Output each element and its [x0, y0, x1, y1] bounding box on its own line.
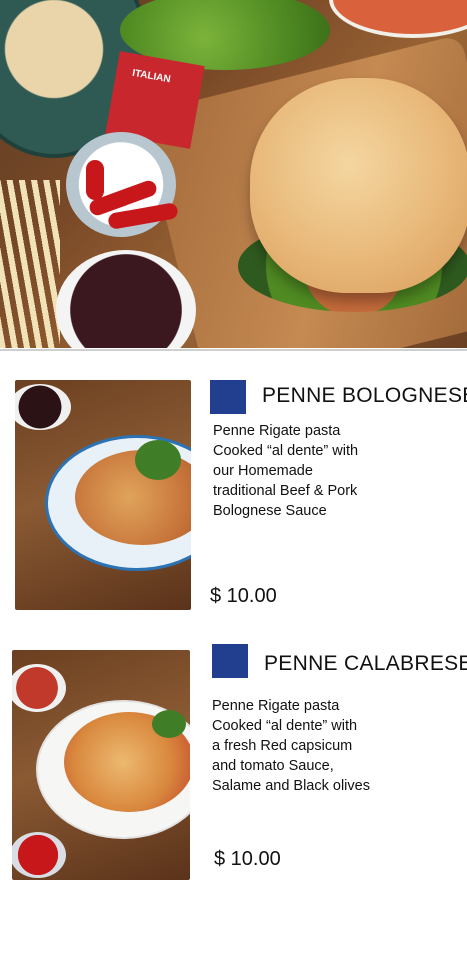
breadsticks — [0, 180, 60, 348]
section-divider — [0, 349, 467, 351]
focaccia-sandwich — [250, 78, 467, 293]
menu-item[interactable]: PENNE CALABRESE Penne Rigate pasta Cooke… — [0, 644, 467, 883]
olive-bowl — [56, 250, 196, 348]
brand-tag-text: ITALIAN — [131, 67, 172, 86]
item-title: PENNE BOLOGNESE — [262, 384, 467, 407]
hero-image: ITALIAN — [0, 0, 467, 348]
item-price: $ 10.00 — [214, 848, 281, 870]
orange-plate-decor — [329, 0, 467, 38]
item-price: $ 10.00 — [210, 585, 277, 607]
accent-square — [210, 380, 246, 414]
pasta-bolognese-photo — [15, 380, 191, 610]
pasta-calabrese-photo — [12, 650, 190, 880]
accent-square — [212, 644, 248, 678]
item-title: PENNE CALABRESE — [264, 652, 467, 675]
item-description: Penne Rigate pasta Cooked “al dente” wit… — [212, 698, 370, 794]
menu-item[interactable]: PENNE BOLOGNESE Penne Rigate pasta Cooke… — [0, 378, 467, 613]
red-chili — [86, 160, 104, 200]
item-description: Penne Rigate pasta Cooked “al dente” wit… — [213, 423, 359, 519]
